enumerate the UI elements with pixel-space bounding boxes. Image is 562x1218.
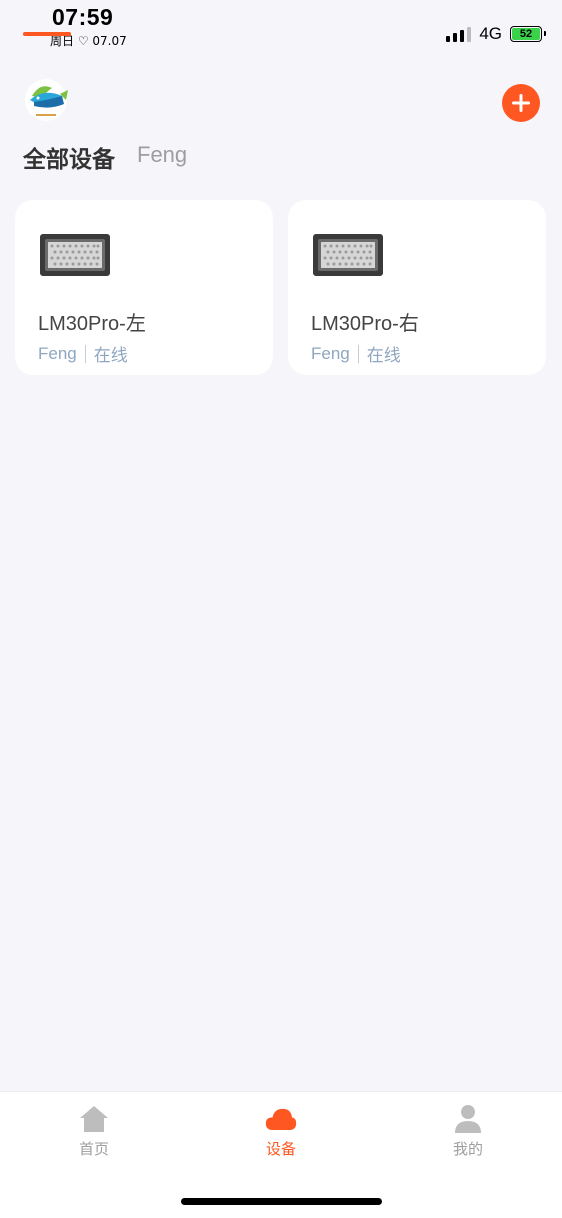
signal-icon <box>446 26 472 42</box>
user-icon <box>452 1104 484 1134</box>
device-group-tabs: 全部设备 Feng <box>23 140 187 176</box>
status-time: 07:59 <box>52 4 114 30</box>
app-screen: 07:59 周日 ♡ 07.07 4G 52 全部设备 Feng LM30Pro… <box>0 0 562 1218</box>
nav-label: 设备 <box>265 1141 296 1158</box>
divider <box>84 344 86 363</box>
network-type: 4G <box>479 24 502 43</box>
status-bar: 07:59 周日 ♡ 07.07 4G 52 <box>0 0 562 60</box>
tab-all-devices[interactable]: 全部设备 <box>23 140 115 176</box>
light-fixture-icon <box>313 234 383 276</box>
divider <box>357 344 359 363</box>
nav-devices[interactable]: 设备 <box>241 1104 321 1159</box>
nav-home[interactable]: 首页 <box>54 1104 134 1159</box>
nav-label: 我的 <box>452 1141 483 1158</box>
device-status: 在线 <box>366 346 401 365</box>
active-tab-indicator <box>23 32 71 36</box>
home-icon <box>78 1104 110 1134</box>
status-indicators: 4G 52 <box>446 24 546 44</box>
device-card[interactable]: LM30Pro-左 Feng 在线 <box>15 200 273 375</box>
tab-feng[interactable]: Feng <box>137 140 187 176</box>
nav-profile[interactable]: 我的 <box>428 1104 508 1159</box>
home-indicator <box>181 1198 382 1205</box>
device-meta: Feng 在线 <box>38 341 128 366</box>
device-list: LM30Pro-左 Feng 在线 LM30Pro-右 Feng 在线 <box>15 200 547 375</box>
device-status: 在线 <box>93 346 128 365</box>
device-name: LM30Pro-左 <box>38 313 146 335</box>
device-name: LM30Pro-右 <box>311 313 419 335</box>
battery-icon: 52 <box>510 26 546 42</box>
cloud-icon <box>265 1104 297 1134</box>
device-group: Feng <box>311 343 350 363</box>
add-device-button[interactable] <box>502 84 540 122</box>
device-meta: Feng 在线 <box>311 341 401 366</box>
light-fixture-icon <box>40 234 110 276</box>
device-card[interactable]: LM30Pro-右 Feng 在线 <box>288 200 546 375</box>
battery-level: 52 <box>512 28 540 40</box>
plus-icon <box>512 94 530 112</box>
nav-label: 首页 <box>78 1141 109 1158</box>
fish-logo-icon <box>22 78 70 124</box>
device-group: Feng <box>38 343 77 363</box>
